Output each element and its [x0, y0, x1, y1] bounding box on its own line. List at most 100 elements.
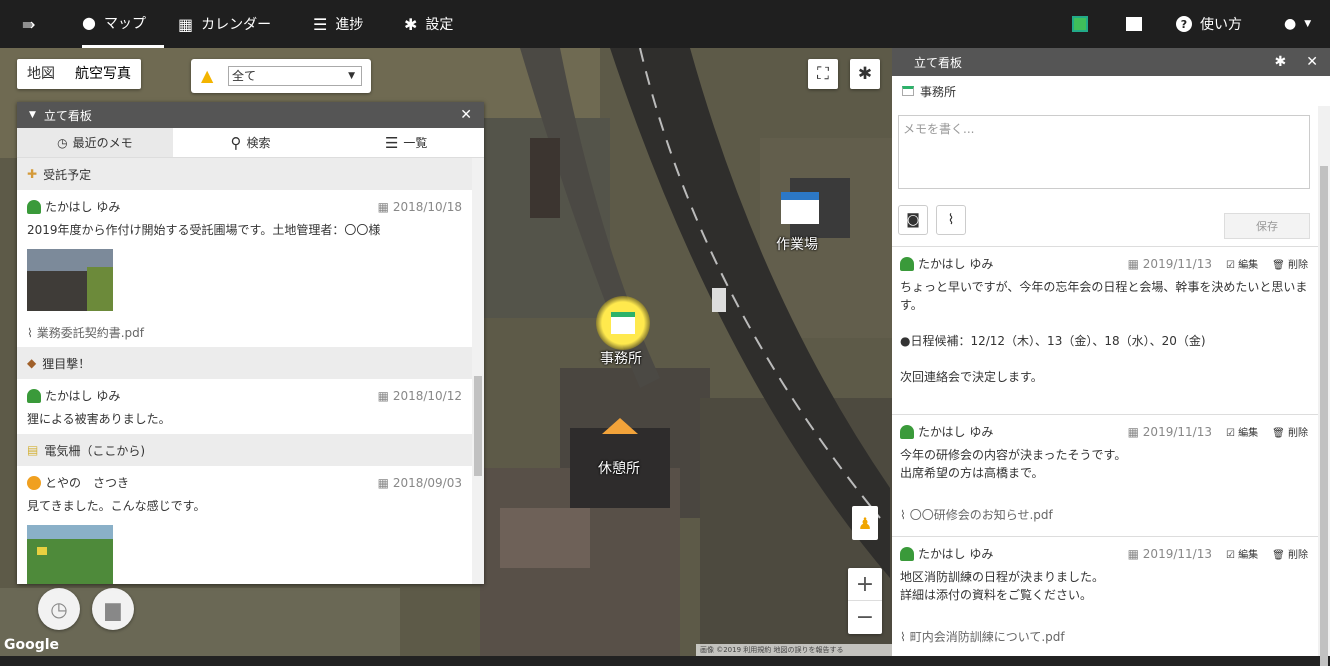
list-icon: ☰	[384, 133, 399, 152]
signboard-detail-panel: 立て看板 ✱ ✕ 事務所 メモを書く... ◙ ⌇ 保存 たかはし ゆみ ▦ 201…	[892, 48, 1330, 666]
pegman-icon: ♟	[857, 513, 873, 533]
zoom-in-button[interactable]: +	[848, 568, 882, 601]
scrollbar-thumb[interactable]	[1320, 166, 1328, 666]
memo-line: 今年の研修会の内容が決まったそうです。	[900, 448, 1127, 462]
list-item[interactable]: たかはし ゆみ ▦ 2018/10/12 狸による被害ありました。	[17, 379, 472, 434]
attach-file-button[interactable]: ⌇	[936, 205, 966, 235]
delete-label: 削除	[1288, 428, 1308, 439]
memo-body: 2019年度から作付け開始する受託圃場です。土地管理者：〇〇様	[27, 223, 381, 237]
delete-button[interactable]: 🗑 削除	[1272, 546, 1308, 561]
add-signboard-button[interactable]: ▆	[92, 588, 134, 630]
signboard-panel: ▼ 立て看板 ✕ ◷ 最近のメモ ⚲ 検索 ☰ 一覧 ✚ 受託予定 たかはし ゆみ ▦ 2…	[17, 102, 484, 584]
memo-meta: たかはし ゆみ ▦ 2019/11/13 ☑ 編集 🗑 削除	[900, 423, 1308, 440]
memo-list[interactable]: ✚ 受託予定 たかはし ゆみ ▦ 2018/10/18 2019年度から作付け開始す…	[17, 158, 472, 584]
filter-select[interactable]: 全て ▼	[228, 66, 362, 86]
paperclip-icon: ⌇	[947, 212, 955, 228]
clock-icon: ◷	[50, 597, 68, 621]
user-menu-button[interactable]: ● ▼	[1284, 0, 1311, 48]
map-type-map[interactable]: 地図	[17, 59, 65, 89]
office-marker[interactable]	[596, 296, 650, 350]
nav-map[interactable]: ● マップ	[82, 0, 164, 48]
close-icon[interactable]: ✕	[1306, 54, 1318, 70]
fullscreen-icon: ⛶	[817, 64, 829, 84]
list-item[interactable]: とやの さつき ▦ 2018/09/03 見てきました。こんな感じです。	[17, 466, 472, 584]
avatar	[27, 388, 41, 403]
history-button[interactable]: ◷	[38, 588, 80, 630]
delete-button[interactable]: 🗑 削除	[1272, 256, 1308, 271]
memo-textarea[interactable]: メモを書く...	[898, 115, 1310, 189]
detail-memo-list[interactable]: たかはし ゆみ ▦ 2019/11/13 ☑ 編集 🗑 削除 ちょっと早いですが、今年…	[892, 246, 1318, 656]
scrollbar-thumb[interactable]	[474, 376, 482, 476]
attachment-link[interactable]: ⌇ 〇〇研修会のお知らせ.pdf	[900, 506, 1308, 523]
delete-label: 削除	[1288, 550, 1308, 561]
office-icon	[611, 312, 635, 334]
list-icon: ☰	[313, 14, 328, 34]
rest-area-marker[interactable]	[600, 408, 640, 444]
zoom-out-button[interactable]: −	[848, 601, 882, 634]
notice-board-button[interactable]	[1072, 0, 1088, 48]
memo-line: 詳細は添付の資料をご覧ください。	[900, 588, 1093, 602]
tab-recent[interactable]: ◷ 最近のメモ	[17, 128, 173, 157]
menu-toggle-button[interactable]: ⇛	[22, 0, 35, 48]
search-icon: ⚲	[230, 133, 242, 152]
street-view-pegman[interactable]: ♟	[852, 506, 878, 540]
detail-title: 立て看板	[914, 55, 963, 70]
category-label: 電気柵（ここから)	[44, 443, 146, 458]
nav-calendar-label: カレンダー	[201, 17, 272, 33]
memo-author: たかはし ゆみ	[45, 200, 121, 214]
memo-author: とやの さつき	[45, 476, 130, 490]
tab-list[interactable]: ☰ 一覧	[328, 128, 484, 157]
edit-button[interactable]: ☑ 編集	[1226, 546, 1258, 561]
memo-line: ちょっと早いですが、今年の忘年会の日程と会場、幹事を決めたいと思います。	[900, 280, 1308, 312]
add-photo-button[interactable]: ◙	[898, 205, 928, 235]
attachment-link[interactable]: ⌇ 町内会消防訓練について.pdf	[900, 628, 1308, 645]
edit-button[interactable]: ☑ 編集	[1226, 424, 1258, 439]
edit-button[interactable]: ☑ 編集	[1226, 256, 1258, 271]
map-type-satellite[interactable]: 航空写真	[65, 59, 141, 89]
avatar	[27, 475, 41, 490]
user-icon: ●	[1284, 16, 1297, 32]
category-header[interactable]: ▤ 電気柵（ここから)	[17, 434, 472, 466]
save-button[interactable]: 保存	[1224, 213, 1310, 239]
gear-icon[interactable]: ✱	[1275, 54, 1287, 70]
office-icon	[902, 86, 914, 96]
panel-header[interactable]: ▼ 立て看板 ✕	[17, 102, 484, 128]
memo-date-value: 2018/09/03	[392, 475, 462, 490]
map-pin-icon: ●	[82, 13, 96, 32]
camera-icon: ◙	[906, 212, 920, 228]
panel-scrollbar[interactable]	[472, 158, 484, 584]
attachment-name: 業務委託契約書.pdf	[36, 326, 144, 340]
attachment-link[interactable]: ⌇ 業務委託契約書.pdf	[27, 324, 462, 341]
nav-progress[interactable]: ☰ 進捗	[313, 0, 363, 48]
tanuki-icon: ◆	[27, 356, 37, 370]
tab-search-label: 検索	[246, 136, 271, 150]
category-header[interactable]: ◆ 狸目撃！	[17, 347, 472, 379]
list-item[interactable]: たかはし ゆみ ▦ 2018/10/18 2019年度から作付け開始する受託圃場で…	[17, 190, 472, 347]
nav-settings[interactable]: ✱ 設定	[404, 0, 453, 48]
memo-date: ▦ 2018/09/03	[377, 475, 462, 490]
memo-line	[900, 350, 1308, 368]
fence-icon: ▤	[27, 443, 39, 457]
memo-date-value: 2018/10/18	[392, 199, 462, 214]
category-header[interactable]: ✚ 受託予定	[17, 158, 472, 190]
close-icon[interactable]: ✕	[460, 107, 472, 123]
memo-date-value: 2018/10/12	[392, 388, 462, 403]
map-attribution[interactable]: 画像 ©2019 利用規約 地図の誤りを報告する	[696, 644, 892, 656]
detail-scrollbar[interactable]	[1318, 106, 1330, 666]
help-button[interactable]: ? 使い方	[1176, 0, 1242, 48]
tab-search[interactable]: ⚲ 検索	[173, 128, 329, 157]
memo-date: ▦ 2019/11/13	[1127, 424, 1212, 439]
memo-body: ちょっと早いですが、今年の忘年会の日程と会場、幹事を決めたいと思います。 ●日程…	[900, 278, 1308, 386]
memo-photo[interactable]	[27, 525, 113, 584]
workshop-marker[interactable]	[778, 188, 822, 228]
nav-progress-label: 進捗	[335, 17, 364, 33]
workshop-marker-label: 作業場	[776, 237, 818, 253]
memo-line	[900, 314, 1308, 332]
map-settings-button[interactable]: ✱	[850, 59, 880, 89]
memo-photo[interactable]	[27, 249, 113, 311]
signboard-icon: ▆	[105, 597, 121, 621]
chat-button[interactable]	[1126, 0, 1142, 48]
nav-calendar[interactable]: ▦ カレンダー	[178, 0, 271, 48]
delete-button[interactable]: 🗑 削除	[1272, 424, 1308, 439]
fullscreen-button[interactable]: ⛶	[808, 59, 838, 89]
